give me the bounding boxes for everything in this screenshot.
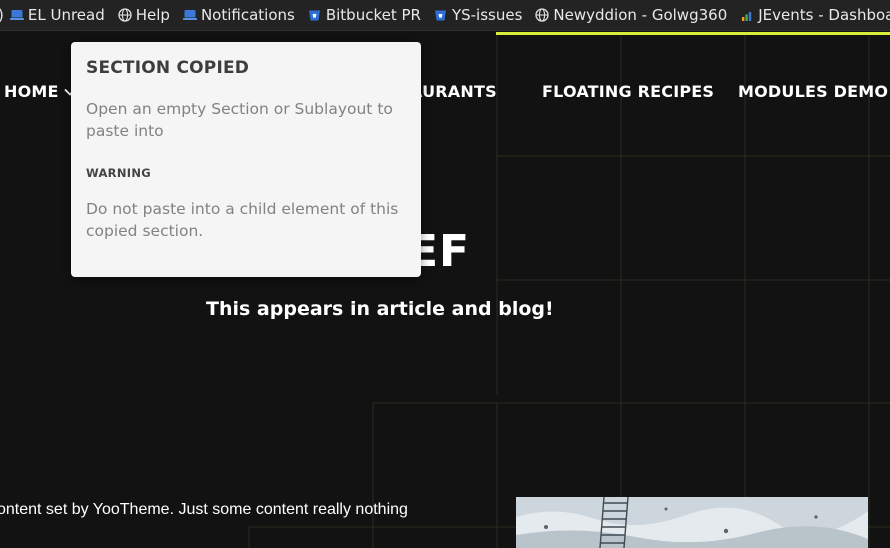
globe-icon bbox=[118, 8, 132, 22]
section-copied-popup: SECTION COPIED Open an empty Section or … bbox=[71, 42, 421, 277]
bookmark-label: Notifications bbox=[200, 6, 295, 24]
globe-icon bbox=[535, 8, 550, 22]
nav-item-floating-recipes[interactable]: FLOATING RECIPES bbox=[542, 82, 714, 101]
bookmark-ys-issues[interactable]: YS-issues bbox=[434, 6, 522, 24]
accent-line bbox=[496, 32, 890, 35]
bookmark-fragment[interactable]: ) bbox=[0, 6, 4, 24]
popup-message: Open an empty Section or Sublayout to pa… bbox=[86, 100, 393, 140]
nav-item-label: AURANTS bbox=[410, 82, 497, 101]
bookmark-label: EL Unread bbox=[27, 6, 105, 24]
article-body-text: ontent set by YooTheme. Just some conten… bbox=[0, 501, 408, 518]
popup-warning-label: WARNING bbox=[86, 166, 151, 180]
bookmark-label: Bitbucket PR bbox=[325, 6, 421, 24]
bookmark-label: Help bbox=[135, 6, 170, 24]
popup-warning-text: Do not paste into a child element of thi… bbox=[86, 200, 399, 240]
laptop-icon bbox=[9, 8, 24, 22]
bookmark-bitbucket-pr[interactable]: Bitbucket PR bbox=[308, 6, 421, 24]
bookmark-label: Newyddion - Golwg360 bbox=[553, 6, 728, 24]
nav-item-label: HOME bbox=[4, 82, 59, 101]
nav-item-label: FLOATING RECIPES bbox=[542, 82, 715, 101]
bitbucket-icon bbox=[434, 8, 448, 22]
bookmark-el-unread[interactable]: EL Unread bbox=[9, 6, 105, 24]
article-image bbox=[516, 497, 868, 548]
bookmark-notifications[interactable]: Notifications bbox=[182, 6, 295, 24]
bookmark-label: YS-issues bbox=[451, 6, 523, 24]
bookmark-golwg360[interactable]: Newyddion - Golwg360 bbox=[535, 6, 727, 24]
bitbucket-icon bbox=[308, 8, 322, 22]
nav-item-restaurants[interactable]: AURANTS bbox=[410, 82, 497, 101]
bookmark-jevents[interactable]: JEvents - Dashboa bbox=[740, 6, 890, 24]
bookmarks-bar: ) EL Unread Help Notifications Bitbucket… bbox=[0, 0, 890, 31]
popup-title: SECTION COPIED bbox=[86, 58, 250, 78]
laptop-icon bbox=[182, 8, 197, 22]
bookmark-label: JEvents - Dashboa bbox=[758, 6, 890, 24]
nav-item-modules-demo[interactable]: MODULES DEMO bbox=[738, 82, 888, 101]
nav-item-label: MODULES DEMO bbox=[738, 82, 889, 101]
hero-subtitle: This appears in article and blog! bbox=[206, 298, 554, 320]
bar-chart-icon bbox=[740, 8, 754, 22]
nav-item-home[interactable]: HOME bbox=[4, 82, 76, 101]
bookmark-help[interactable]: Help bbox=[118, 6, 170, 24]
